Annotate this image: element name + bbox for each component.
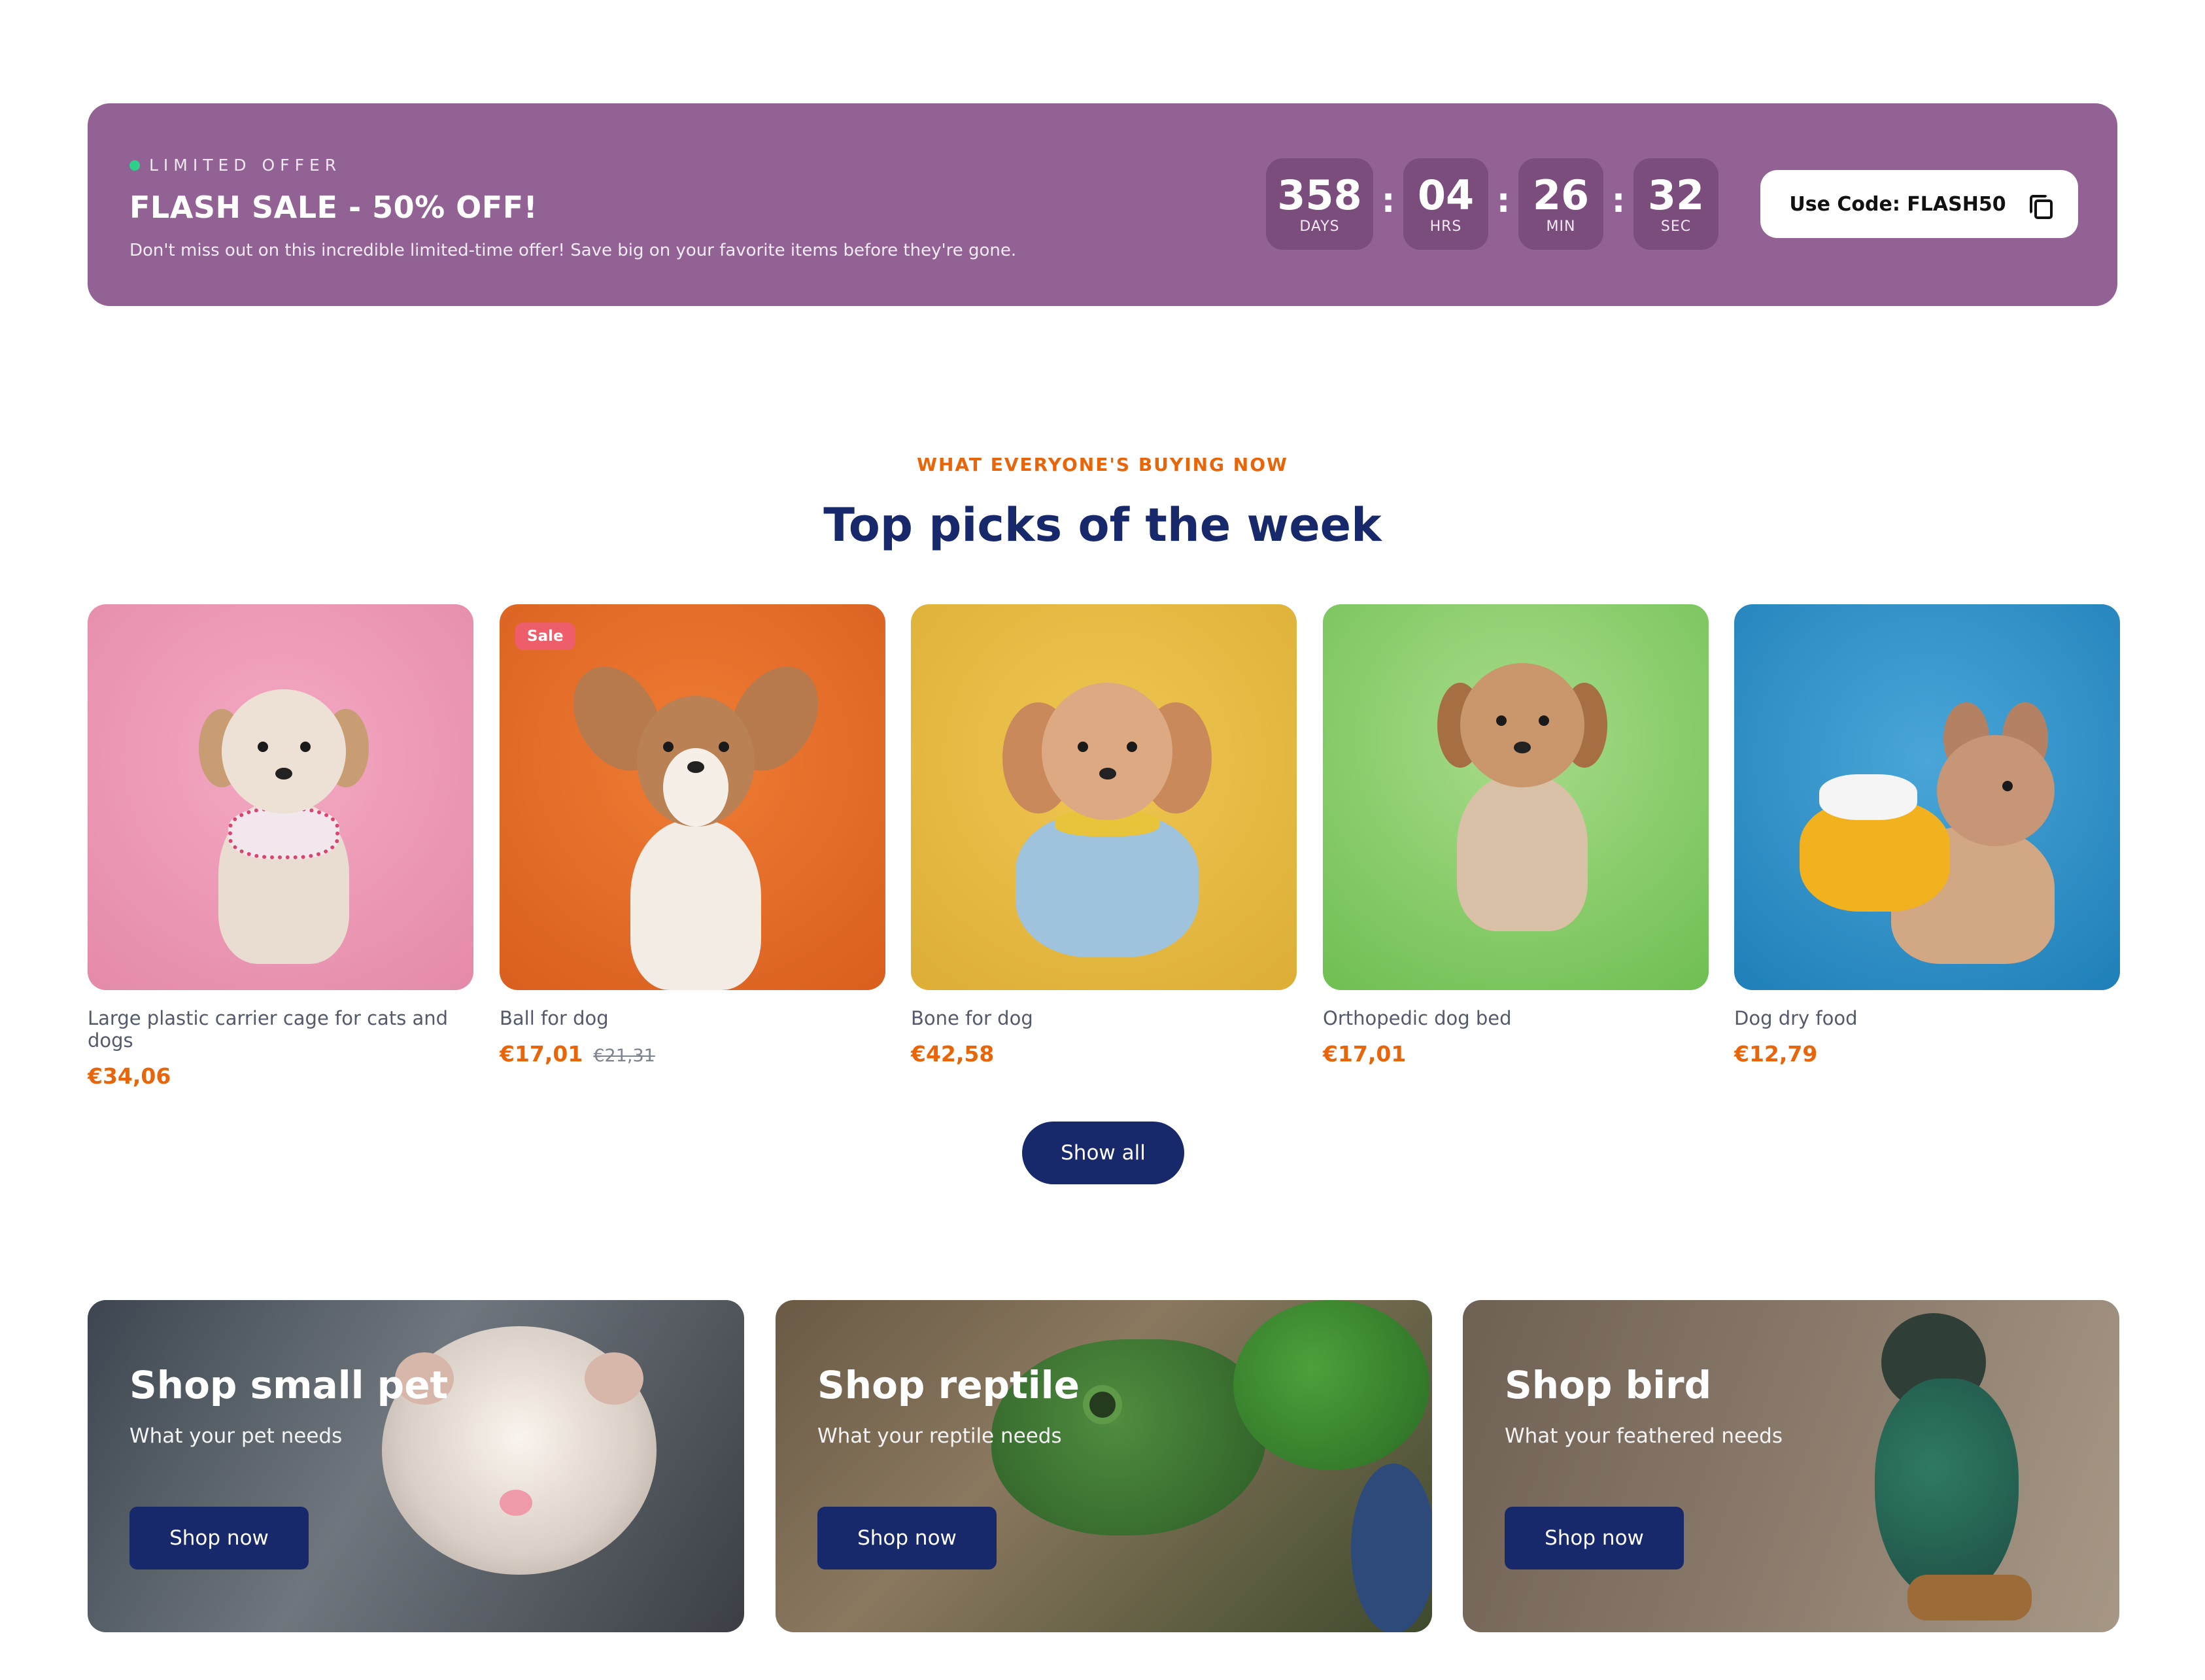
category-subtitle: What your feathered needs (1505, 1424, 1783, 1448)
copy-icon[interactable] (2028, 194, 2053, 219)
product-price: €17,01 (1323, 1041, 1407, 1067)
banner-title: FLASH SALE - 50% OFF! (129, 190, 538, 225)
countdown-seconds: 32 SEC (1633, 158, 1718, 250)
price-row: €17,01 (1323, 1041, 1709, 1067)
show-all-button[interactable]: Show all (1022, 1122, 1184, 1184)
countdown-separator: : (1496, 181, 1511, 220)
hamster-ear-icon (585, 1352, 643, 1405)
dog-photo-icon (1437, 657, 1607, 944)
shop-now-button[interactable]: Shop now (817, 1507, 997, 1569)
category-title: Shop bird (1505, 1363, 1712, 1407)
dog-photo-icon (199, 676, 369, 977)
product-name[interactable]: Large plastic carrier cage for cats and … (88, 1007, 473, 1052)
product-card[interactable]: Large plastic carrier cage for cats and … (88, 604, 473, 1089)
product-card[interactable]: Dog dry food €12,79 (1734, 604, 2120, 1067)
category-card-bird[interactable]: Shop bird What your feathered needs Shop… (1463, 1300, 2119, 1632)
parrot-photo-icon (1875, 1379, 2019, 1601)
copy-code-label: Use Code: FLASH50 (1789, 192, 2006, 216)
countdown-days-value: 358 (1277, 171, 1362, 219)
category-subtitle: What your pet needs (129, 1424, 343, 1448)
product-image[interactable] (911, 604, 1297, 990)
product-card[interactable]: Bone for dog €42,58 (911, 604, 1297, 1067)
limited-offer-tag: LIMITED OFFER (129, 156, 341, 175)
perch-icon (1907, 1575, 2032, 1620)
shop-now-button[interactable]: Shop now (129, 1507, 309, 1569)
product-price: €12,79 (1734, 1041, 1818, 1067)
price-row: €42,58 (911, 1041, 1297, 1067)
category-card-small-pet[interactable]: Shop small pet What your pet needs Shop … (88, 1300, 744, 1632)
countdown-hours-value: 04 (1417, 171, 1475, 219)
product-price: €42,58 (911, 1041, 995, 1067)
chameleon-eye-icon (1083, 1385, 1122, 1424)
shop-now-button[interactable]: Shop now (1505, 1507, 1684, 1569)
category-title: Shop reptile (817, 1363, 1080, 1407)
section-eyebrow: WHAT EVERYONE'S BUYING NOW (917, 454, 1288, 475)
countdown-hours-unit: HRS (1429, 218, 1462, 235)
status-dot-icon (129, 160, 140, 171)
product-name[interactable]: Dog dry food (1734, 1007, 2120, 1029)
countdown-days: 358 DAYS (1266, 158, 1373, 250)
flash-sale-banner: LIMITED OFFER FLASH SALE - 50% OFF! Don'… (88, 103, 2117, 306)
countdown-hours: 04 HRS (1403, 158, 1488, 250)
dog-photo-icon (555, 650, 836, 990)
category-card-reptile[interactable]: Shop reptile What your reptile needs Sho… (776, 1300, 1432, 1632)
product-image[interactable] (1323, 604, 1709, 990)
category-subtitle: What your reptile needs (817, 1424, 1062, 1448)
dog-photo-icon (989, 663, 1225, 977)
countdown-minutes-unit: MIN (1546, 218, 1576, 235)
countdown-minutes-value: 26 (1532, 171, 1590, 219)
flower-icon (1351, 1464, 1432, 1632)
leaf-icon (1233, 1300, 1429, 1470)
countdown-days-unit: DAYS (1299, 218, 1340, 235)
product-image[interactable]: Sale (500, 604, 885, 990)
limited-offer-label: LIMITED OFFER (149, 156, 342, 175)
copy-code-button[interactable]: Use Code: FLASH50 (1760, 170, 2078, 238)
section-title: Top picks of the week (823, 498, 1382, 552)
product-name[interactable]: Ball for dog (500, 1007, 885, 1029)
countdown-separator: : (1611, 181, 1626, 220)
product-image[interactable] (88, 604, 473, 990)
price-row: €34,06 (88, 1063, 473, 1089)
price-row: €12,79 (1734, 1041, 2120, 1067)
product-name[interactable]: Orthopedic dog bed (1323, 1007, 1709, 1029)
banner-subtitle: Don't miss out on this incredible limite… (129, 241, 1017, 260)
category-title: Shop small pet (129, 1363, 449, 1407)
countdown-minutes: 26 MIN (1518, 158, 1603, 250)
countdown-separator: : (1381, 181, 1395, 220)
sale-badge: Sale (515, 623, 575, 650)
product-name[interactable]: Bone for dog (911, 1007, 1297, 1029)
dog-photo-icon (1793, 702, 2068, 970)
countdown-timer: 358 DAYS : 04 HRS : 26 MIN : 32 SEC (1266, 158, 1718, 250)
product-price: €17,01 (500, 1041, 583, 1067)
product-image[interactable] (1734, 604, 2120, 990)
product-old-price: €21,31 (593, 1046, 655, 1066)
countdown-seconds-value: 32 (1647, 171, 1705, 219)
price-row: €17,01 €21,31 (500, 1041, 885, 1067)
product-price: €34,06 (88, 1063, 171, 1089)
hamster-nose-icon (500, 1490, 532, 1516)
product-card[interactable]: Orthopedic dog bed €17,01 (1323, 604, 1709, 1067)
product-card[interactable]: Sale Ball for dog €17,01 €21,31 (500, 604, 885, 1067)
countdown-seconds-unit: SEC (1660, 218, 1692, 235)
